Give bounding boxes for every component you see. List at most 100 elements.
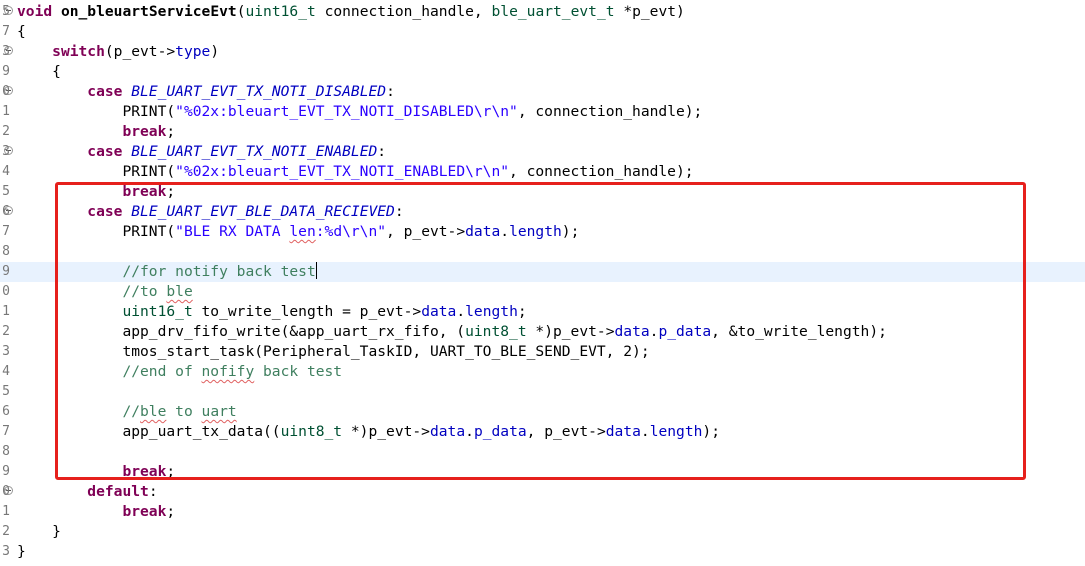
keyword: case bbox=[87, 143, 123, 160]
line-number: 7 bbox=[2, 24, 10, 39]
line-number: 8 bbox=[2, 244, 10, 259]
type-name: ble_uart_evt_t bbox=[491, 3, 615, 20]
code-line[interactable]: 8 bbox=[0, 442, 1085, 462]
code-line[interactable]: 3 tmos_start_task(Peripheral_TaskID, UAR… bbox=[0, 342, 1085, 362]
line-number-gutter: 7 bbox=[0, 222, 17, 242]
code-text: } bbox=[17, 543, 26, 560]
code-line[interactable]: 0 //to ble bbox=[0, 282, 1085, 302]
code-line[interactable]: 7 PRINT("BLE RX DATA len:%d\r\n", p_evt-… bbox=[0, 222, 1085, 242]
code-text: } bbox=[52, 523, 61, 540]
line-number: 1 bbox=[2, 504, 10, 519]
code-text: ); bbox=[561, 223, 580, 240]
type-name: uint16_t bbox=[245, 3, 316, 20]
code-line[interactable]: 6 case BLE_UART_EVT_BLE_DATA_RECIEVED: bbox=[0, 202, 1085, 222]
text-cursor bbox=[315, 262, 317, 279]
code-text: PRINT( bbox=[122, 223, 176, 240]
line-number: 4 bbox=[2, 364, 10, 379]
code-text: , p_evt-> bbox=[386, 223, 466, 240]
line-number-gutter: 0 bbox=[0, 482, 17, 502]
type-name: uint8_t bbox=[280, 423, 343, 440]
code-line[interactable]: 0 case BLE_UART_EVT_TX_NOTI_DISABLED: bbox=[0, 82, 1085, 102]
line-number-gutter: 9 bbox=[0, 62, 17, 82]
current-code-line[interactable]: 9 //for notify back test bbox=[0, 262, 1085, 282]
string-literal: "BLE RX DATA bbox=[175, 223, 290, 240]
code-line[interactable]: 1 uint16_t to_write_length = p_evt->data… bbox=[0, 302, 1085, 322]
code-text: : bbox=[377, 143, 387, 160]
line-number: 1 bbox=[2, 104, 10, 119]
line-number: 8 bbox=[2, 444, 10, 459]
field-name: data bbox=[429, 423, 466, 440]
code-line[interactable]: 2 } bbox=[0, 522, 1085, 542]
line-number-gutter: 3 bbox=[0, 142, 17, 162]
line-number-gutter: 1 bbox=[0, 102, 17, 122]
line-number: 3 bbox=[2, 544, 10, 559]
type-name: uint16_t bbox=[122, 303, 193, 320]
line-number-gutter: 1 bbox=[0, 302, 17, 322]
code-text: PRINT( bbox=[122, 103, 176, 120]
code-text: (p_evt-> bbox=[104, 43, 176, 60]
line-number: 6 bbox=[2, 204, 10, 219]
field-name: data bbox=[614, 323, 650, 340]
line-number-gutter: 7 bbox=[0, 422, 17, 442]
keyword: break bbox=[122, 463, 167, 480]
code-editor[interactable]: 5 void on_bleuartServiceEvt(uint16_t con… bbox=[0, 0, 1085, 566]
code-line[interactable]: 3 switch(p_evt->type) bbox=[0, 42, 1085, 62]
code-text: , connection_handle); bbox=[509, 163, 694, 180]
line-number-gutter: 5 bbox=[0, 382, 17, 402]
line-number: 9 bbox=[2, 64, 10, 79]
field-name: p_data bbox=[473, 423, 527, 440]
code-line[interactable]: 5 break; bbox=[0, 182, 1085, 202]
code-line[interactable]: 2 app_drv_fifo_write(&app_uart_rx_fifo, … bbox=[0, 322, 1085, 342]
code-text: { bbox=[52, 63, 61, 80]
line-number-gutter: 4 bbox=[0, 362, 17, 382]
enum-constant: BLE_UART_EVT_BLE_DATA_RECIEVED bbox=[131, 203, 395, 220]
code-line[interactable]: 4 PRINT("%02x:bleuart_EVT_TX_NOTI_ENABLE… bbox=[0, 162, 1085, 182]
code-text: PRINT( bbox=[122, 163, 176, 180]
line-number-gutter: 3 bbox=[0, 42, 17, 62]
code-line[interactable]: 9 break; bbox=[0, 462, 1085, 482]
line-number-gutter: 0 bbox=[0, 282, 17, 302]
keyword: break bbox=[122, 183, 167, 200]
keyword: default bbox=[87, 483, 149, 500]
code-line[interactable]: 6 //ble to uart bbox=[0, 402, 1085, 422]
code-text: tmos_start_task(Peripheral_TaskID, UART_… bbox=[122, 343, 650, 360]
code-text: . bbox=[640, 423, 650, 440]
code-line[interactable]: 9 { bbox=[0, 62, 1085, 82]
string-literal-spellcheck: len bbox=[289, 223, 316, 240]
code-line[interactable]: 1 break; bbox=[0, 502, 1085, 522]
enum-constant: BLE_UART_EVT_TX_NOTI_ENABLED bbox=[131, 143, 378, 160]
comment: back test bbox=[254, 363, 343, 380]
code-line[interactable]: 5 bbox=[0, 382, 1085, 402]
line-number-gutter: 1 bbox=[0, 502, 17, 522]
line-number: 6 bbox=[2, 404, 10, 419]
code-line[interactable]: 5 void on_bleuartServiceEvt(uint16_t con… bbox=[0, 2, 1085, 22]
code-line[interactable]: 3 case BLE_UART_EVT_TX_NOTI_ENABLED: bbox=[0, 142, 1085, 162]
line-number: 0 bbox=[2, 84, 10, 99]
line-number-gutter: 2 bbox=[0, 322, 17, 342]
code-text: : bbox=[386, 83, 395, 100]
line-number: 2 bbox=[2, 524, 10, 539]
code-line[interactable]: 7 app_uart_tx_data((uint8_t *)p_evt->dat… bbox=[0, 422, 1085, 442]
code-text: app_drv_fifo_write(&app_uart_rx_fifo, ( bbox=[122, 323, 466, 340]
code-line[interactable]: 7 { bbox=[0, 22, 1085, 42]
code-text: *)p_evt-> bbox=[526, 323, 615, 340]
code-line[interactable]: 1 PRINT("%02x:bleuart_EVT_TX_NOTI_DISABL… bbox=[0, 102, 1085, 122]
code-line[interactable]: 0 default: bbox=[0, 482, 1085, 502]
code-line[interactable]: 4 //end of nofify back test bbox=[0, 362, 1085, 382]
field-name: length bbox=[465, 303, 518, 320]
line-number: 1 bbox=[2, 304, 10, 319]
code-line[interactable]: 3 } bbox=[0, 542, 1085, 562]
line-number-gutter: 8 bbox=[0, 242, 17, 262]
keyword: switch bbox=[52, 43, 105, 60]
code-line[interactable]: 8 bbox=[0, 242, 1085, 262]
code-line[interactable]: 2 break; bbox=[0, 122, 1085, 142]
line-number-gutter: 7 bbox=[0, 22, 17, 42]
code-text: ; bbox=[166, 503, 176, 520]
code-text: , &to_write_length); bbox=[711, 323, 887, 340]
code-text: *p_evt) bbox=[614, 3, 685, 20]
code-text: ) bbox=[210, 43, 220, 60]
function-name: on_bleuartServiceEvt bbox=[60, 3, 237, 20]
field-name: p_data bbox=[658, 323, 712, 340]
line-number-gutter: 2 bbox=[0, 522, 17, 542]
field-name: data bbox=[421, 303, 457, 320]
